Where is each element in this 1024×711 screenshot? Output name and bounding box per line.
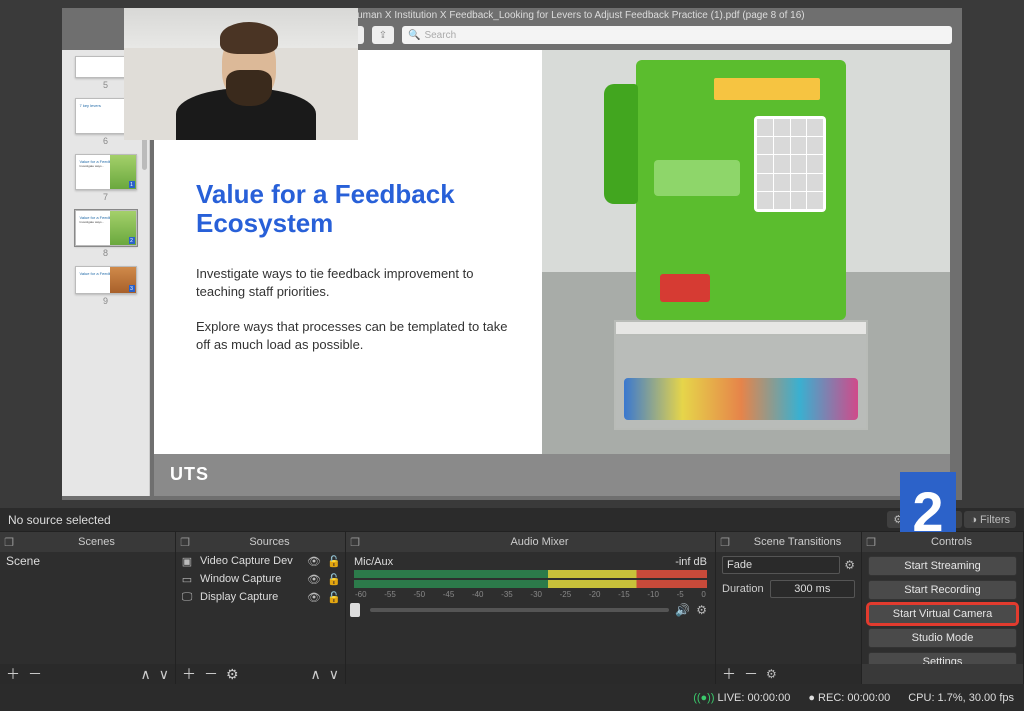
move-up-button[interactable]: ∧: [311, 666, 321, 683]
slide-heading: Value for a Feedback Ecosystem: [196, 180, 518, 237]
volume-slider-knob[interactable]: [350, 603, 360, 617]
source-window-capture[interactable]: ▭Window Capture👁🔓: [176, 570, 345, 588]
sources-title: Sources: [194, 536, 345, 548]
search-input[interactable]: 🔍Search: [402, 26, 952, 44]
scenes-panel: ❐Scenes Scene ＋ － ∧ ∨: [0, 532, 176, 684]
share-icon[interactable]: ⇪: [372, 26, 394, 44]
start-streaming-button[interactable]: Start Streaming: [868, 556, 1017, 576]
audio-mixer-panel: ❐Audio Mixer Mic/Aux -inf dB -60-55-50-45…: [346, 532, 716, 684]
studio-mode-button[interactable]: Studio Mode: [868, 628, 1017, 648]
db-scale: -60-55-50-45-40-35-30-25-20-15-10-50: [354, 590, 707, 599]
start-recording-button[interactable]: Start Recording: [868, 580, 1017, 600]
visibility-icon[interactable]: 👁: [307, 555, 321, 568]
page-num: 9: [62, 296, 149, 306]
page-num: 8: [62, 248, 149, 258]
speaker-icon[interactable]: 🔊: [675, 603, 690, 617]
mixer-title: Audio Mixer: [364, 536, 715, 548]
audio-meter: [354, 580, 707, 588]
audio-level: -inf dB: [675, 556, 707, 568]
pdf-toolbar: ✎ ▾ ✦ ⟳ ⇪ 🔍Search: [282, 26, 952, 44]
page-num: 7: [62, 192, 149, 202]
payphone-graphic: [636, 60, 846, 320]
scene-item[interactable]: Scene: [6, 554, 169, 568]
sources-panel: ❐Sources ▣Video Capture Dev👁🔓 ▭Window Ca…: [176, 532, 346, 684]
filter-icon: ◑: [970, 514, 977, 526]
audio-source-name: Mic/Aux: [354, 556, 393, 568]
status-bar: ((●)) LIVE: 00:00:00 ● REC: 00:00:00 CPU…: [0, 684, 1024, 711]
uts-footer: UTS: [154, 454, 950, 496]
settings-button[interactable]: Settings: [868, 652, 1017, 664]
filters-button[interactable]: ◑Filters: [964, 511, 1016, 528]
move-up-button[interactable]: ∧: [141, 666, 151, 683]
audio-meter: [354, 570, 707, 578]
preview-area: L+T Forum - Human X Institution X Feedba…: [0, 0, 1024, 508]
no-source-label: No source selected: [8, 513, 111, 527]
move-down-button[interactable]: ∨: [159, 666, 169, 683]
lock-icon[interactable]: 🔓: [327, 573, 341, 586]
scenes-title: Scenes: [18, 536, 175, 548]
duration-label: Duration: [722, 583, 764, 595]
lock-icon[interactable]: 🔓: [327, 555, 341, 568]
slide-paragraph-1: Investigate ways to tie feedback improve…: [196, 265, 518, 300]
audio-settings-icon[interactable]: ⚙: [696, 603, 707, 617]
slide-paragraph-2: Explore ways that processes can be templ…: [196, 318, 518, 353]
transition-config-icon[interactable]: ⚙: [766, 667, 777, 681]
lock-icon[interactable]: 🔓: [327, 591, 341, 604]
controls-panel: ❐Controls Start Streaming Start Recordin…: [862, 532, 1024, 684]
selection-bar: No source selected ⚙Properties ◑Filters: [0, 508, 1024, 532]
source-display-capture[interactable]: 🖵Display Capture👁🔓: [176, 588, 345, 606]
remove-transition-button[interactable]: －: [744, 664, 758, 684]
monitor-icon: 🖵: [180, 591, 194, 604]
undock-icon[interactable]: ❐: [862, 536, 880, 549]
window-icon: ▭: [180, 573, 194, 586]
visibility-icon[interactable]: 👁: [307, 591, 321, 604]
add-source-button[interactable]: ＋: [182, 664, 196, 684]
visibility-icon[interactable]: 👁: [307, 573, 321, 586]
volume-slider[interactable]: [370, 608, 669, 612]
controls-title: Controls: [880, 536, 1023, 548]
undock-icon[interactable]: ❐: [176, 536, 194, 549]
preview-canvas: L+T Forum - Human X Institution X Feedba…: [62, 8, 962, 500]
add-transition-button[interactable]: ＋: [722, 664, 736, 684]
scene-transitions-panel: ❐Scene Transitions Fade ⚙ Duration 300 m…: [716, 532, 862, 684]
source-properties-button[interactable]: ⚙: [226, 666, 239, 683]
remove-scene-button[interactable]: －: [28, 664, 42, 684]
remove-source-button[interactable]: －: [204, 664, 218, 684]
connection-indicator: ((●)) LIVE: 00:00:00: [693, 692, 790, 704]
search-icon: 🔍: [408, 30, 420, 41]
document-title: L+T Forum - Human X Institution X Feedba…: [292, 10, 805, 21]
slide-image: [542, 50, 950, 454]
duration-input[interactable]: 300 ms: [770, 580, 855, 598]
transitions-title: Scene Transitions: [734, 536, 861, 548]
move-down-button[interactable]: ∨: [329, 666, 339, 683]
camera-icon: ▣: [180, 555, 194, 568]
transition-settings-icon[interactable]: ⚙: [844, 558, 855, 572]
start-virtual-camera-button[interactable]: Start Virtual Camera: [868, 604, 1017, 624]
cpu-stats: CPU: 1.7%, 30.00 fps: [908, 692, 1014, 704]
source-video-capture[interactable]: ▣Video Capture Dev👁🔓: [176, 552, 345, 570]
thumb-7[interactable]: Value for a FeedbackInvestigate ways...1: [75, 154, 137, 190]
recording-indicator: ● REC: 00:00:00: [808, 692, 890, 704]
transition-select[interactable]: Fade: [722, 556, 840, 574]
undock-icon[interactable]: ❐: [716, 536, 734, 549]
undock-icon[interactable]: ❐: [346, 536, 364, 549]
webcam-overlay: [124, 8, 358, 140]
add-scene-button[interactable]: ＋: [6, 664, 20, 684]
undock-icon[interactable]: ❐: [0, 536, 18, 549]
thumb-8[interactable]: Value for a FeedbackInvestigate ways...2: [75, 210, 137, 246]
thumb-9[interactable]: Value for a Feedback3: [75, 266, 137, 294]
